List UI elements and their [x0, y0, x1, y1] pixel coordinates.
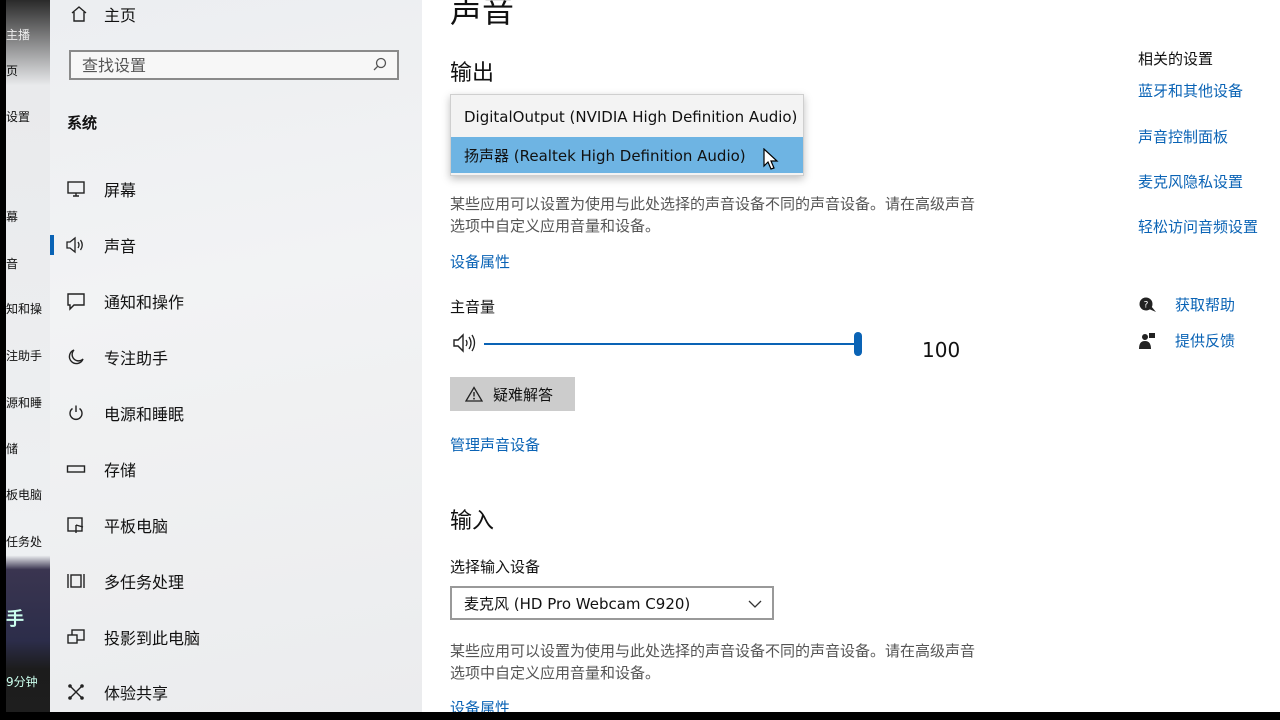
- bg-text: 源和睡: [6, 396, 43, 410]
- output-device-option[interactable]: DigitalOutput (NVIDIA High Definition Au…: [451, 99, 803, 135]
- sidebar-item-label: 平板电脑: [104, 517, 169, 536]
- give-feedback-label: 提供反馈: [1175, 332, 1236, 350]
- input-description: 某些应用可以设置为使用与此处选择的声音设备不同的声音设备。请在高级声音选项中自定…: [450, 642, 976, 682]
- output-device-dropdown-list: DigitalOutput (NVIDIA High Definition Au…: [450, 94, 804, 176]
- output-description: 某些应用可以设置为使用与此处选择的声音设备不同的声音设备。请在高级声音选项中自定…: [450, 195, 976, 235]
- get-help-link[interactable]: ? 获取帮助: [1138, 294, 1235, 315]
- settings-sidebar: 主页 系统 屏幕 声音 通知和操作 专注助手 电源和睡眠: [50, 0, 422, 712]
- storage-icon: [64, 457, 88, 481]
- bg-text: 9分钟: [6, 675, 38, 689]
- sidebar-item-storage[interactable]: 存储: [50, 449, 422, 489]
- sidebar-item-label: 声音: [104, 237, 137, 256]
- manage-sound-devices-link[interactable]: 管理声音设备: [450, 434, 540, 455]
- bg-text: 注助手: [6, 349, 43, 363]
- sidebar-item-label: 多任务处理: [104, 573, 185, 592]
- volume-value: 100: [922, 338, 961, 362]
- sidebar-item-label: 体验共享: [104, 684, 169, 703]
- input-device-value: 麦克风 (HD Pro Webcam C920): [464, 594, 691, 613]
- sidebar-item-tablet[interactable]: 平板电脑: [50, 505, 422, 545]
- tablet-icon: [64, 513, 88, 537]
- sidebar-item-sound[interactable]: 声音: [50, 225, 422, 265]
- search-input[interactable]: [82, 55, 362, 75]
- background-window: 主播 页 设置 幕 音 知和操 注助手 源和睡 储 板电脑 任务处 手 9分钟: [6, 0, 50, 712]
- share-icon: [64, 680, 88, 704]
- sidebar-item-focus-assist[interactable]: 专注助手: [50, 337, 422, 377]
- bg-text: 板电脑: [6, 488, 43, 502]
- multitask-icon: [64, 569, 88, 593]
- related-link-ease-of-access-audio[interactable]: 轻松访问音频设置: [1138, 216, 1258, 237]
- sidebar-item-notifications[interactable]: 通知和操作: [50, 281, 422, 321]
- speaker-icon: [64, 233, 88, 257]
- related-settings-title: 相关的设置: [1138, 50, 1214, 68]
- output-device-option-selected[interactable]: 扬声器 (Realtek High Definition Audio): [451, 137, 803, 173]
- bg-text: 幕: [6, 210, 19, 224]
- sidebar-item-shared-experiences[interactable]: 体验共享: [50, 672, 422, 712]
- power-icon: [64, 401, 88, 425]
- output-heading: 输出: [450, 61, 495, 86]
- sidebar-item-multitasking[interactable]: 多任务处理: [50, 561, 422, 601]
- sidebar-item-label: 屏幕: [104, 181, 137, 200]
- related-link-microphone-privacy[interactable]: 麦克风隐私设置: [1138, 171, 1243, 192]
- home-icon: [68, 5, 90, 23]
- sidebar-item-power[interactable]: 电源和睡眠: [50, 393, 422, 433]
- project-icon: [64, 625, 88, 649]
- sound-settings-page: 声音 输出 DigitalOutput (NVIDIA High Definit…: [422, 0, 1280, 712]
- sidebar-item-label: 专注助手: [104, 349, 169, 368]
- output-device-properties-link[interactable]: 设备属性: [450, 251, 510, 272]
- troubleshoot-label: 疑难解答: [493, 385, 554, 404]
- troubleshoot-button[interactable]: 疑难解答: [450, 377, 575, 411]
- sidebar-item-display[interactable]: 屏幕: [50, 169, 422, 209]
- sidebar-item-label: 电源和睡眠: [104, 405, 185, 424]
- input-heading: 输入: [450, 509, 495, 534]
- volume-slider-thumb[interactable]: [854, 332, 862, 356]
- bg-text: 手: [6, 609, 24, 630]
- warning-icon: [465, 386, 483, 402]
- input-device-select[interactable]: 麦克风 (HD Pro Webcam C920): [450, 586, 774, 620]
- bg-text: 页: [6, 64, 19, 78]
- sidebar-item-label: 存储: [104, 461, 137, 480]
- input-device-label: 选择输入设备: [450, 558, 541, 576]
- monitor-icon: [64, 177, 88, 201]
- get-help-label: 获取帮助: [1175, 296, 1236, 314]
- home-nav-item[interactable]: 主页: [68, 3, 136, 25]
- help-chat-icon: ?: [1138, 296, 1160, 314]
- search-box[interactable]: [69, 50, 399, 80]
- search-icon[interactable]: [373, 56, 387, 75]
- bg-text: 设置: [6, 110, 31, 124]
- bg-text: 主播: [6, 28, 31, 42]
- related-link-bluetooth[interactable]: 蓝牙和其他设备: [1138, 80, 1243, 101]
- sidebar-item-project[interactable]: 投影到此电脑: [50, 617, 422, 657]
- chevron-down-icon: [748, 594, 762, 612]
- svg-text:?: ?: [1144, 300, 1149, 310]
- master-volume-slider[interactable]: [484, 332, 864, 356]
- bg-text: 储: [6, 442, 19, 456]
- bg-text: 音: [6, 257, 19, 271]
- sidebar-item-label: 投影到此电脑: [104, 629, 201, 648]
- related-link-sound-control-panel[interactable]: 声音控制面板: [1138, 126, 1228, 147]
- notification-icon: [64, 289, 88, 313]
- bg-text: 任务处: [6, 535, 43, 549]
- page-title: 声音: [450, 0, 515, 30]
- input-device-properties-link[interactable]: 设备属性: [450, 697, 510, 712]
- home-label: 主页: [104, 6, 137, 25]
- section-title: 系统: [67, 114, 98, 132]
- volume-icon[interactable]: [452, 332, 478, 358]
- bg-text: 知和操: [6, 302, 43, 316]
- volume-slider-track: [484, 343, 858, 345]
- master-volume-label: 主音量: [450, 298, 496, 316]
- feedback-person-icon: [1138, 332, 1160, 350]
- give-feedback-link[interactable]: 提供反馈: [1138, 330, 1235, 351]
- sidebar-item-label: 通知和操作: [104, 293, 185, 312]
- moon-icon: [64, 345, 88, 369]
- mouse-cursor-icon: [763, 147, 779, 176]
